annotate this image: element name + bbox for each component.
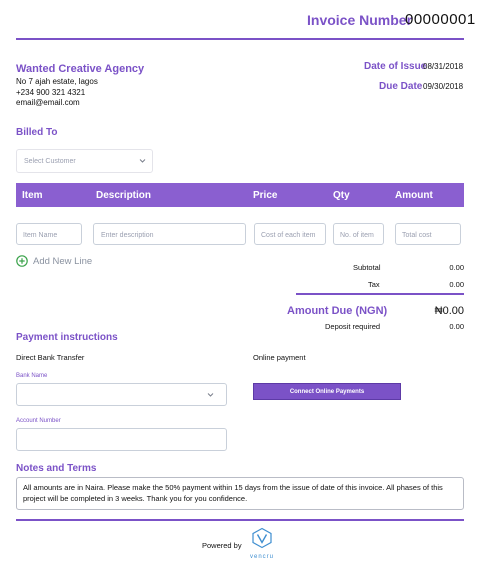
tax-label: Tax xyxy=(368,280,380,289)
qty-input[interactable]: No. of item xyxy=(333,223,384,245)
connect-online-payments-button[interactable]: Connect Online Payments xyxy=(253,383,401,400)
invoice-number[interactable]: 00000001 xyxy=(405,11,476,28)
items-table-header: Item Description Price Qty Amount xyxy=(16,183,464,207)
vencru-logo-text: vencru xyxy=(249,554,274,560)
powered-by-label: Powered by xyxy=(202,541,242,550)
account-number-label: Account Number xyxy=(16,418,61,424)
customer-select[interactable]: Select Customer xyxy=(16,149,153,173)
notes-and-terms-title: Notes and Terms xyxy=(16,463,97,474)
qty-placeholder: No. of item xyxy=(340,232,374,239)
bank-name-label: Bank Name xyxy=(16,373,48,379)
column-header-qty: Qty xyxy=(333,190,350,201)
customer-select-placeholder: Select Customer xyxy=(24,158,76,165)
due-date-label: Due Date xyxy=(379,81,423,92)
column-header-item: Item xyxy=(22,190,43,201)
chevron-down-icon xyxy=(139,159,146,163)
invoice-page: Invoice Number 00000001 Wanted Creative … xyxy=(0,0,480,561)
total-input[interactable]: Total cost xyxy=(395,223,461,245)
payment-instructions-title: Payment instructions xyxy=(16,332,118,343)
online-payment-label: Online payment xyxy=(253,353,306,362)
totals-divider xyxy=(296,293,464,295)
sender-address[interactable]: No 7 ajah estate, lagos xyxy=(16,76,98,87)
add-new-line-button[interactable]: Add New Line xyxy=(16,254,92,268)
column-header-price: Price xyxy=(253,190,278,201)
header-divider xyxy=(16,38,464,40)
price-input[interactable]: Cost of each item xyxy=(254,223,326,245)
agency-name[interactable]: Wanted Creative Agency xyxy=(16,63,144,75)
account-number-input[interactable] xyxy=(16,428,227,451)
date-of-issue-label: Date of Issue xyxy=(364,61,427,72)
subtotal-label: Subtotal xyxy=(353,263,381,272)
tax-value: 0.00 xyxy=(449,280,464,289)
connect-online-payments-label: Connect Online Payments xyxy=(289,388,365,395)
add-new-line-label: Add New Line xyxy=(33,255,93,267)
amount-due-label: Amount Due (NGN) xyxy=(287,305,388,317)
total-placeholder: Total cost xyxy=(402,232,432,239)
invoice-number-label: Invoice Number xyxy=(307,12,413,28)
date-of-issue-value[interactable]: 08/31/2018 xyxy=(423,62,463,71)
footer-divider xyxy=(16,519,464,521)
subtotal-value: 0.00 xyxy=(449,263,464,272)
column-header-description: Description xyxy=(96,190,152,201)
item-name-placeholder: Item Name xyxy=(23,232,58,239)
billed-to-title: Billed To xyxy=(16,127,58,138)
due-date-value[interactable]: 09/30/2018 xyxy=(423,82,463,91)
description-placeholder: Enter description xyxy=(101,232,154,239)
amount-due-value: ₦0.00 xyxy=(434,305,464,317)
vencru-logo[interactable]: vencru xyxy=(248,527,276,560)
column-header-amount: Amount xyxy=(395,190,433,201)
description-input[interactable]: Enter description xyxy=(93,223,246,245)
direct-bank-transfer-label: Direct Bank Transfer xyxy=(16,353,85,362)
notes-and-terms-textarea[interactable]: All amounts are in Naira. Please make th… xyxy=(16,477,464,510)
chevron-down-icon xyxy=(207,393,214,397)
add-circle-icon xyxy=(16,255,28,267)
deposit-required-label: Deposit required xyxy=(325,322,381,331)
bank-name-select[interactable] xyxy=(16,383,227,406)
item-name-input[interactable]: Item Name xyxy=(16,223,82,245)
sender-email[interactable]: email@email.com xyxy=(16,97,80,108)
price-placeholder: Cost of each item xyxy=(261,232,316,239)
vencru-logo-icon xyxy=(252,527,272,549)
deposit-required-value[interactable]: 0.00 xyxy=(424,322,464,331)
